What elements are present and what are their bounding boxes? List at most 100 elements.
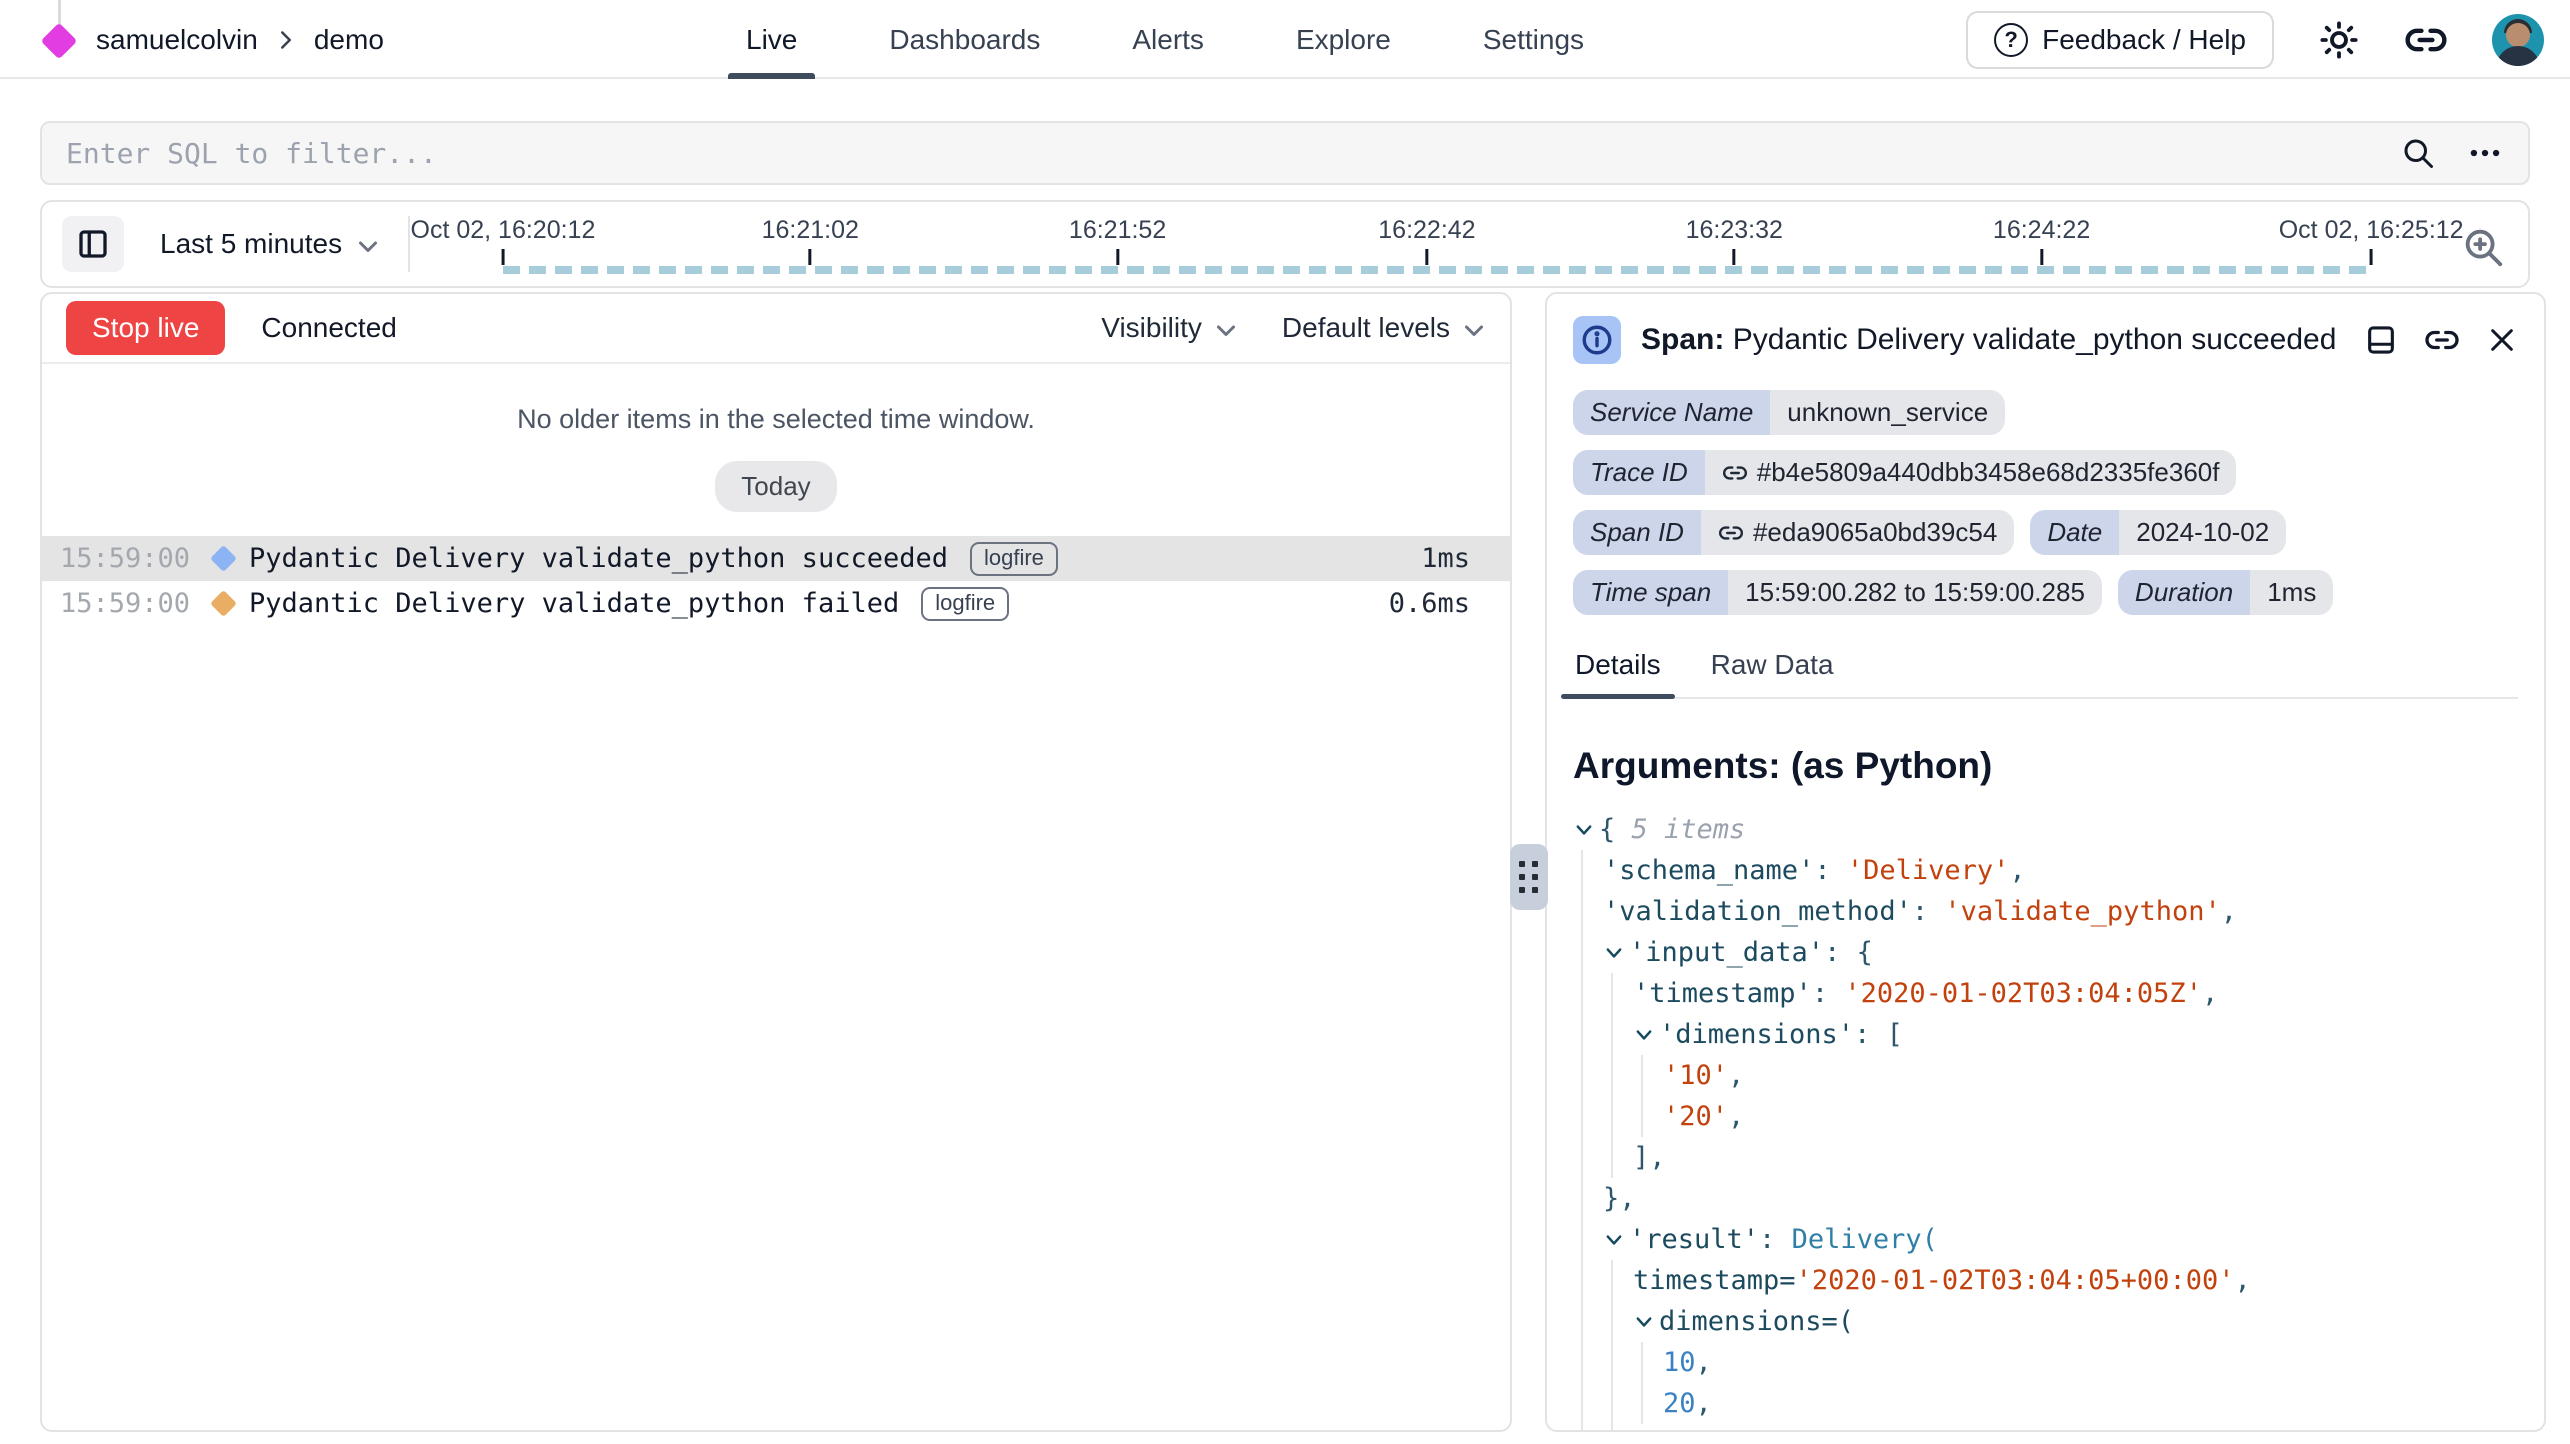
code-token: 'schema_name'	[1603, 855, 1814, 886]
feedback-help-button[interactable]: ? Feedback / Help	[1966, 11, 2274, 69]
code-token: 'input_data'	[1629, 937, 1824, 968]
collapse-expander-icon[interactable]	[1603, 1229, 1625, 1251]
tab-raw-data[interactable]: Raw Data	[1709, 649, 1836, 697]
timeline-tick: Oct 02, 16:20:12	[411, 216, 596, 265]
badge-value: 2024-10-02	[2119, 510, 2286, 555]
metadata-badge-duration: Duration 1ms	[2118, 570, 2333, 615]
span-title-prefix: Span:	[1641, 323, 1724, 356]
code-token: timestamp=	[1633, 1265, 1796, 1296]
dock-panel-icon[interactable]	[2364, 322, 2398, 358]
badge-value-text: 15:59:00.282 to 15:59:00.285	[1745, 577, 2085, 608]
log-row[interactable]: 15:59:00Pydantic Delivery validate_pytho…	[42, 581, 1510, 626]
code-line: ),	[1573, 1424, 2518, 1432]
badge-label: Trace ID	[1573, 450, 1705, 495]
code-line: 'result': Delivery(	[1573, 1219, 2518, 1260]
span-title: Span: Pydantic Delivery validate_python …	[1641, 323, 2336, 357]
share-link-icon[interactable]	[2404, 18, 2448, 62]
indent-guide	[1641, 1055, 1643, 1096]
tab-details[interactable]: Details	[1573, 649, 1663, 697]
tab-settings[interactable]: Settings	[1479, 0, 1588, 79]
panel-resize-handle[interactable]	[1510, 844, 1548, 910]
more-options-ellipsis-icon[interactable]	[2466, 134, 2504, 172]
log-timestamp: 15:59:00	[60, 543, 210, 574]
timeline-tick: 16:22:42	[1378, 216, 1475, 265]
badge-value-text: #b4e5809a440dbb3458e68d2335fe360f	[1757, 457, 2220, 488]
badge-label: Span ID	[1573, 510, 1701, 555]
sql-filter-bar	[40, 121, 2530, 185]
main-panels: Stop live Connected Visibility Default l…	[40, 292, 2546, 1432]
indent-guide	[1641, 1096, 1643, 1137]
indent-guide	[1581, 850, 1583, 891]
indent-guide	[1581, 1137, 1583, 1178]
code-line: 10,	[1573, 1342, 2518, 1383]
code-line: '10',	[1573, 1055, 2518, 1096]
link-icon[interactable]	[1722, 460, 1748, 486]
default-levels-dropdown[interactable]: Default levels	[1282, 312, 1486, 344]
collapse-expander-icon[interactable]	[1573, 819, 1595, 841]
badge-label: Duration	[2118, 570, 2250, 615]
code-token: 'dimensions'	[1659, 1019, 1854, 1050]
time-range-select[interactable]: Last 5 minutes	[160, 228, 380, 260]
code-line: ],	[1573, 1137, 2518, 1178]
chevron-down-icon	[356, 234, 380, 258]
top-right-actions: ? Feedback / Help	[1966, 0, 2544, 79]
theme-toggle-sun-icon[interactable]	[2318, 19, 2360, 61]
badge-value[interactable]: #eda9065a0bd39c54	[1701, 510, 2014, 555]
level-diamond-icon	[210, 545, 237, 572]
metadata-badge-service-name: Service Nameunknown_service	[1573, 390, 2005, 435]
org-name[interactable]: samuelcolvin	[96, 24, 258, 56]
code-token: 10	[1663, 1347, 1696, 1378]
sql-filter-input[interactable]	[66, 137, 2400, 170]
code-token: :	[1812, 978, 1845, 1009]
log-list: 15:59:00Pydantic Delivery validate_pytho…	[42, 536, 1510, 626]
detail-tabs: Details Raw Data	[1573, 649, 2518, 699]
copy-link-icon[interactable]	[2424, 322, 2460, 358]
tab-alerts[interactable]: Alerts	[1128, 0, 1208, 79]
tick-mark	[1116, 249, 1119, 265]
code-line: 'timestamp': '2020-01-02T03:04:05Z',	[1573, 973, 2518, 1014]
zoom-in-icon[interactable]	[2460, 224, 2506, 270]
indent-guide	[1581, 1014, 1583, 1055]
collapse-expander-icon[interactable]	[1603, 942, 1625, 964]
code-line: 'dimensions': [	[1573, 1014, 2518, 1055]
project-name[interactable]: demo	[314, 24, 384, 56]
timeline: Oct 02, 16:20:1216:21:0216:21:5216:22:42…	[426, 202, 2448, 286]
logfire-logo[interactable]	[38, 0, 80, 79]
tab-explore[interactable]: Explore	[1292, 0, 1395, 79]
code-token: 'result'	[1629, 1224, 1759, 1255]
duration-label: 0.6ms	[1389, 588, 1470, 619]
code-line: 20,	[1573, 1383, 2518, 1424]
code-token: ),	[1633, 1429, 1666, 1432]
tab-live[interactable]: Live	[742, 0, 801, 79]
stop-live-button[interactable]: Stop live	[66, 301, 225, 355]
code-line: 'validation_method': 'validate_python',	[1573, 891, 2518, 932]
badge-value-text: 1ms	[2267, 577, 2316, 608]
badge-label: Date	[2030, 510, 2119, 555]
badge-label: Time span	[1573, 570, 1728, 615]
tick-label: 16:21:02	[762, 216, 859, 245]
timeline-tick: 16:21:02	[762, 216, 859, 265]
visibility-dropdown[interactable]: Visibility	[1101, 312, 1238, 344]
duration-label: 1ms	[1421, 543, 1470, 574]
close-icon[interactable]	[2486, 322, 2518, 358]
span-title-text: Pydantic Delivery validate_python succee…	[1733, 323, 2337, 356]
badge-value[interactable]: #b4e5809a440dbb3458e68d2335fe360f	[1705, 450, 2237, 495]
code-token: 5 items	[1632, 814, 1746, 845]
timeline-tick: 16:21:52	[1069, 216, 1166, 265]
log-timestamp: 15:59:00	[60, 588, 210, 619]
search-icon[interactable]	[2400, 135, 2436, 171]
user-avatar[interactable]	[2492, 14, 2544, 66]
log-row[interactable]: 15:59:00Pydantic Delivery validate_pytho…	[42, 536, 1510, 581]
link-icon[interactable]	[1718, 520, 1744, 546]
today-badge[interactable]: Today	[715, 461, 836, 512]
tab-dashboards[interactable]: Dashboards	[885, 0, 1044, 79]
code-line: { 5 items	[1573, 809, 2518, 850]
collapse-expander-icon[interactable]	[1633, 1024, 1655, 1046]
sidebar-toggle-icon[interactable]	[62, 216, 124, 272]
time-range-label: Last 5 minutes	[160, 228, 342, 260]
tick-label: Oct 02, 16:25:12	[2279, 216, 2464, 245]
tick-label: Oct 02, 16:20:12	[411, 216, 596, 245]
collapse-expander-icon[interactable]	[1633, 1311, 1655, 1333]
code-token: 'timestamp'	[1633, 978, 1812, 1009]
code-token: ,	[2221, 896, 2237, 927]
